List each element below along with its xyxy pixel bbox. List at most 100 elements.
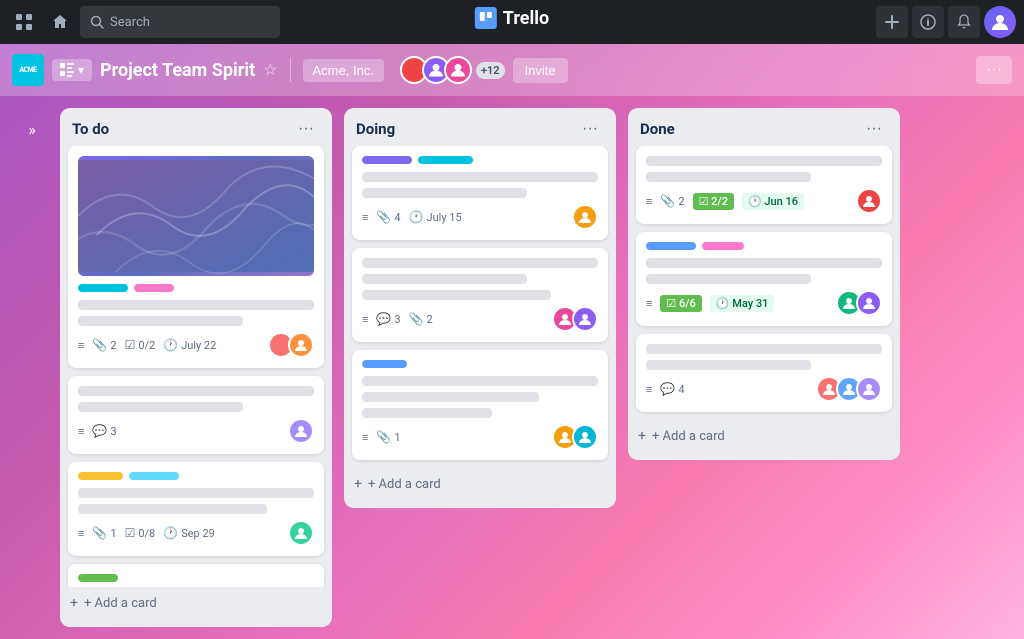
meta-date: 🕐 Sep 29 (163, 526, 215, 540)
card-avatar (572, 204, 598, 230)
member-avatar-3[interactable] (444, 56, 472, 84)
card-text (646, 344, 882, 354)
cards-container-doing: ≡ 📎 4 🕐 July 15 ≡ 💬 3 (344, 146, 616, 468)
card-tag (129, 472, 179, 480)
card-avatar (288, 520, 314, 546)
column-menu-done[interactable]: ··· (860, 118, 888, 140)
add-card-button-doing[interactable]: + + Add a card (344, 468, 616, 500)
card-bar (702, 242, 744, 250)
workspace-name-button[interactable]: Acme, Inc. (303, 59, 384, 82)
column-header-doing: Doing ··· (344, 108, 616, 146)
table-row[interactable]: ≡ 📎 4 🕐 July 15 (352, 146, 608, 240)
card-tags (78, 574, 314, 582)
card-text (362, 392, 539, 402)
card-avatar (856, 376, 882, 402)
meta-hamburger: ≡ (78, 527, 84, 540)
column-title-doing: Doing (356, 120, 395, 138)
home-button[interactable] (44, 6, 76, 38)
meta-comment: 💬 3 (92, 424, 116, 438)
card-bar-row (646, 242, 882, 250)
add-card-button-done[interactable]: + + Add a card (628, 420, 900, 452)
meta-checklist: ☑ 0/8 (125, 526, 156, 540)
table-row[interactable]: ≡ 📎 2 ☑ 2/2 🕐 Jun 16 (636, 146, 892, 224)
card-tag (78, 284, 128, 292)
card-text (362, 188, 527, 198)
top-navigation: Search Trello (0, 0, 1024, 44)
nav-right (876, 6, 1016, 38)
sidebar-collapse-button[interactable]: » (16, 108, 48, 627)
invite-button[interactable]: Invite (513, 58, 568, 83)
member-avatars: +12 (400, 56, 505, 84)
meta-hamburger: ≡ (646, 383, 652, 396)
date-badge: 🕐 Jun 16 (742, 193, 804, 210)
table-row[interactable]: ≡ 💬 3 📎 2 (352, 248, 608, 342)
card-text (646, 274, 811, 284)
column-header-todo: To do ··· (60, 108, 332, 146)
more-members-badge: +12 (476, 62, 505, 79)
card-text (362, 376, 598, 386)
card-avatars (836, 290, 882, 316)
meta-date: 🕐 July 22 (163, 338, 216, 352)
board-more-button[interactable]: ··· (976, 56, 1012, 84)
card-text (78, 300, 314, 310)
card-text (78, 316, 243, 326)
create-button[interactable] (876, 6, 908, 38)
card-text (78, 386, 314, 396)
card-text (78, 488, 314, 498)
table-row[interactable]: ≡ 📎 1 (352, 350, 608, 460)
meta-attachment: 📎 4 (376, 210, 400, 224)
user-avatar[interactable] (984, 6, 1016, 38)
card-avatars (268, 332, 314, 358)
board-type-button[interactable]: ▾ (52, 59, 92, 81)
table-row[interactable]: ≡ 💬 4 (636, 334, 892, 412)
card-meta: ≡ 💬 4 (646, 376, 882, 402)
trello-logo: Trello (475, 7, 549, 29)
card-text (362, 408, 492, 418)
card-avatars (856, 188, 882, 214)
cards-container-todo: ≡ 📎 2 ☑ 0/2 🕐 July 22 ≡ (60, 146, 332, 587)
meta-hamburger: ≡ (78, 339, 84, 352)
column-menu-todo[interactable]: ··· (292, 118, 320, 140)
card-bar-row (362, 360, 598, 368)
meta-hamburger: ≡ (362, 313, 368, 326)
card-text (362, 258, 598, 268)
column-title-todo: To do (72, 120, 109, 138)
card-text (362, 172, 598, 182)
meta-comment: 💬 4 (660, 382, 684, 396)
meta-hamburger: ≡ (646, 297, 652, 310)
info-button[interactable] (912, 6, 944, 38)
card-avatar (572, 424, 598, 450)
column-title-done: Done (640, 120, 675, 138)
meta-attachment: 📎 2 (409, 312, 433, 326)
meta-hamburger: ≡ (646, 195, 652, 208)
table-row[interactable]: ≡ ☑ 6/6 🕐 May 31 (636, 232, 892, 326)
cards-container-done: ≡ 📎 2 ☑ 2/2 🕐 Jun 16 (628, 146, 900, 420)
card-meta: ≡ 📎 4 🕐 July 15 (362, 204, 598, 230)
table-row[interactable]: ≡ 📎 2 ☑ 0/2 🕐 July 22 (68, 146, 324, 368)
header-divider (290, 58, 291, 82)
card-text (78, 402, 243, 412)
card-bar (362, 360, 407, 368)
board-content: » To do ··· (0, 96, 1024, 639)
add-card-button-todo[interactable]: + + Add a card (60, 587, 332, 619)
table-row[interactable]: ≡ 💬 3 (68, 376, 324, 454)
app-name: Trello (503, 8, 549, 29)
meta-date: 🕐 July 15 (409, 210, 462, 224)
search-input[interactable]: Search (80, 6, 280, 38)
card-tag (78, 574, 118, 582)
card-bar (646, 242, 696, 250)
meta-hamburger: ≡ (362, 211, 368, 224)
card-avatar (288, 418, 314, 444)
table-row[interactable]: ≡ 📎 1 ☑ 0/8 🕐 Sep 29 (68, 462, 324, 556)
notification-button[interactable] (948, 6, 980, 38)
card-tag (78, 472, 123, 480)
card-bar (362, 156, 412, 164)
column-header-done: Done ··· (628, 108, 900, 146)
table-row[interactable] (68, 564, 324, 587)
checklist-badge: ☑ 6/6 (660, 295, 701, 312)
star-button[interactable]: ☆ (263, 60, 277, 80)
column-menu-doing[interactable]: ··· (576, 118, 604, 140)
trello-icon (475, 7, 497, 29)
board-title: Project Team Spirit (100, 60, 255, 81)
grid-menu-button[interactable] (8, 6, 40, 38)
